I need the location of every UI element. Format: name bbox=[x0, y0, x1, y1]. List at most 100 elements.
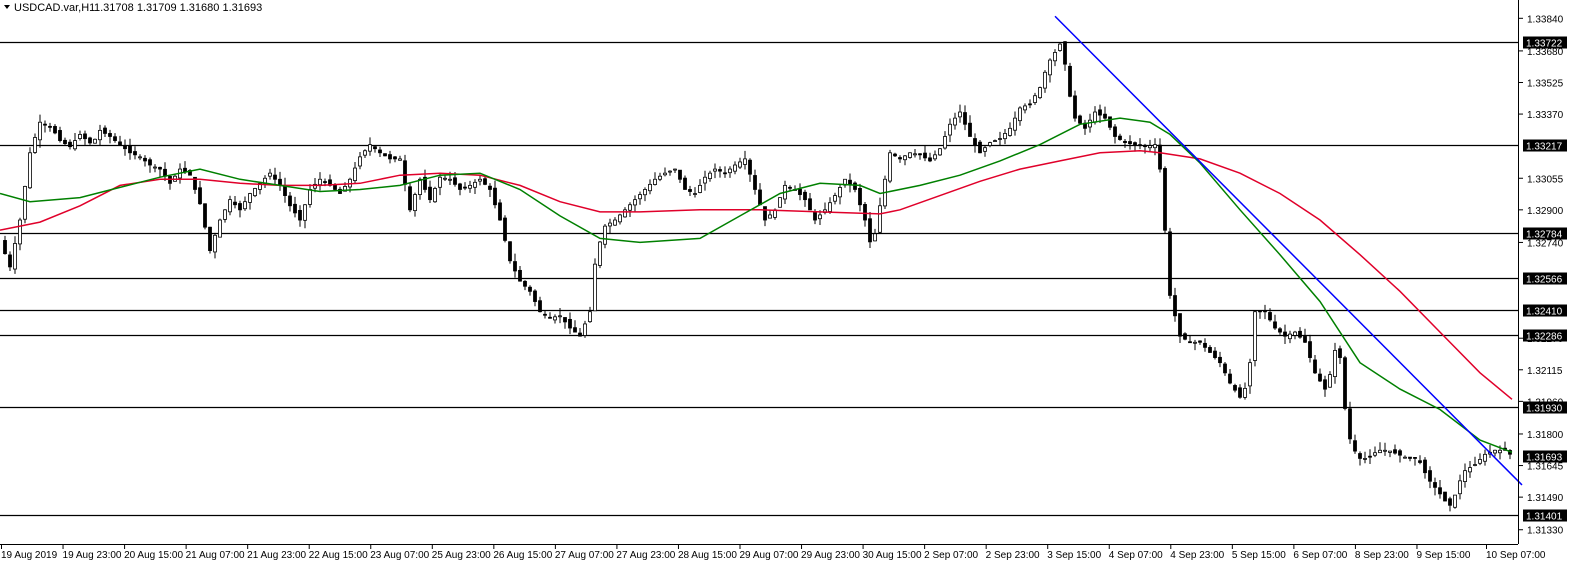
candle bbox=[1203, 338, 1207, 352]
candle bbox=[1373, 446, 1377, 458]
candle-body-bear bbox=[378, 149, 382, 154]
candle bbox=[128, 138, 132, 160]
candle bbox=[1388, 450, 1392, 458]
candle bbox=[953, 112, 957, 130]
candle bbox=[1313, 355, 1317, 374]
x-tick-label: 4 Sep 07:00 bbox=[1109, 550, 1163, 561]
candle bbox=[978, 140, 982, 154]
candle-body-bull bbox=[743, 158, 747, 165]
candle-body-bull bbox=[713, 168, 717, 172]
candle-body-bull bbox=[448, 178, 452, 181]
candle-body-bear bbox=[143, 157, 147, 162]
candle bbox=[1423, 457, 1427, 479]
candle bbox=[1163, 166, 1167, 234]
candle bbox=[713, 163, 717, 179]
candle-body-bear bbox=[1343, 357, 1347, 409]
candle-body-bear bbox=[1218, 356, 1222, 364]
candle-body-bear bbox=[1443, 491, 1447, 502]
candle-body-bear bbox=[928, 157, 932, 162]
candle-body-bear bbox=[1393, 449, 1397, 454]
candle bbox=[1028, 99, 1032, 109]
level-label: 1.32784 bbox=[1526, 230, 1563, 241]
candle bbox=[393, 156, 397, 163]
x-tick-label: 2 Sep 23:00 bbox=[986, 550, 1040, 561]
candle bbox=[873, 228, 877, 242]
candle bbox=[293, 196, 297, 218]
candle bbox=[148, 157, 152, 173]
candle bbox=[1413, 457, 1417, 466]
candle bbox=[1078, 114, 1082, 125]
candle bbox=[403, 154, 407, 192]
candle bbox=[683, 175, 687, 190]
collapse-triangle-icon[interactable] bbox=[4, 5, 10, 9]
candle-body-bull bbox=[698, 184, 702, 193]
x-tick-label: 6 Sep 07:00 bbox=[1293, 550, 1347, 561]
candle bbox=[468, 180, 472, 193]
candle bbox=[13, 236, 17, 274]
candle bbox=[1378, 442, 1382, 454]
candle bbox=[108, 129, 112, 144]
y-tick-label: 1.32115 bbox=[1527, 366, 1563, 377]
x-tick-label: 29 Aug 07:00 bbox=[740, 550, 799, 561]
candle-body-bull bbox=[98, 129, 102, 141]
candle-body-bear bbox=[373, 146, 377, 150]
candle bbox=[253, 187, 257, 198]
candle-body-bull bbox=[1248, 362, 1252, 387]
candle bbox=[1298, 327, 1302, 339]
candle-body-bear bbox=[108, 133, 112, 137]
candle-body-bear bbox=[748, 159, 752, 175]
candle bbox=[1483, 449, 1487, 466]
candle-body-bear bbox=[1198, 340, 1202, 343]
level-label: 1.32286 bbox=[1526, 332, 1563, 343]
price-chart[interactable]: 1.338401.336801.335251.333701.330551.329… bbox=[0, 0, 1592, 571]
candle bbox=[548, 312, 552, 319]
candle bbox=[168, 175, 172, 190]
level-label: 1.32566 bbox=[1526, 275, 1563, 286]
x-tick-label: 19 Aug 23:00 bbox=[63, 550, 122, 561]
candle bbox=[368, 137, 372, 156]
candle bbox=[378, 146, 382, 157]
candle bbox=[48, 122, 52, 132]
candle-body-bull bbox=[433, 188, 437, 203]
candle bbox=[398, 155, 402, 161]
candle-body-bear bbox=[103, 127, 107, 134]
candle bbox=[1158, 138, 1162, 173]
candle-body-bull bbox=[303, 204, 307, 221]
candle bbox=[63, 137, 67, 145]
candle-body-bull bbox=[598, 241, 602, 266]
candle-body-bull bbox=[588, 311, 592, 323]
candle-body-bull bbox=[733, 164, 737, 172]
candle-body-bull bbox=[1058, 43, 1062, 51]
candle bbox=[1183, 332, 1187, 341]
candle-body-bull bbox=[653, 178, 657, 185]
candle-body-bull bbox=[738, 161, 742, 168]
candle bbox=[803, 189, 807, 207]
x-tick-label: 19 Aug 2019 bbox=[1, 550, 58, 561]
candle bbox=[723, 166, 727, 178]
candle-body-bear bbox=[1238, 387, 1242, 398]
candle bbox=[1033, 92, 1037, 105]
candle bbox=[888, 149, 892, 184]
candle-body-bear bbox=[203, 203, 207, 228]
candle-body-bull bbox=[1498, 449, 1502, 454]
candle-body-bear bbox=[798, 188, 802, 195]
candle-body-bear bbox=[1273, 321, 1277, 329]
candle bbox=[1408, 456, 1412, 462]
candle-body-bear bbox=[8, 254, 12, 268]
candle-body-bull bbox=[1013, 117, 1017, 131]
x-tick-label: 30 Aug 15:00 bbox=[863, 550, 922, 561]
candle-body-bear bbox=[853, 182, 857, 190]
candle-body-bear bbox=[288, 195, 292, 207]
y-tick-label: 1.33370 bbox=[1527, 110, 1564, 121]
candle bbox=[508, 241, 512, 264]
candle-body-bull bbox=[253, 188, 257, 197]
candle-body-bear bbox=[1138, 144, 1142, 147]
x-tick-label: 27 Aug 23:00 bbox=[616, 550, 675, 561]
candle bbox=[923, 145, 927, 162]
candle bbox=[83, 130, 87, 145]
candle-body-bear bbox=[1163, 168, 1167, 231]
candle-body-bear bbox=[973, 138, 977, 146]
candle-body-bear bbox=[568, 318, 572, 329]
candle bbox=[1403, 455, 1407, 459]
candle-body-bear bbox=[1143, 144, 1147, 148]
